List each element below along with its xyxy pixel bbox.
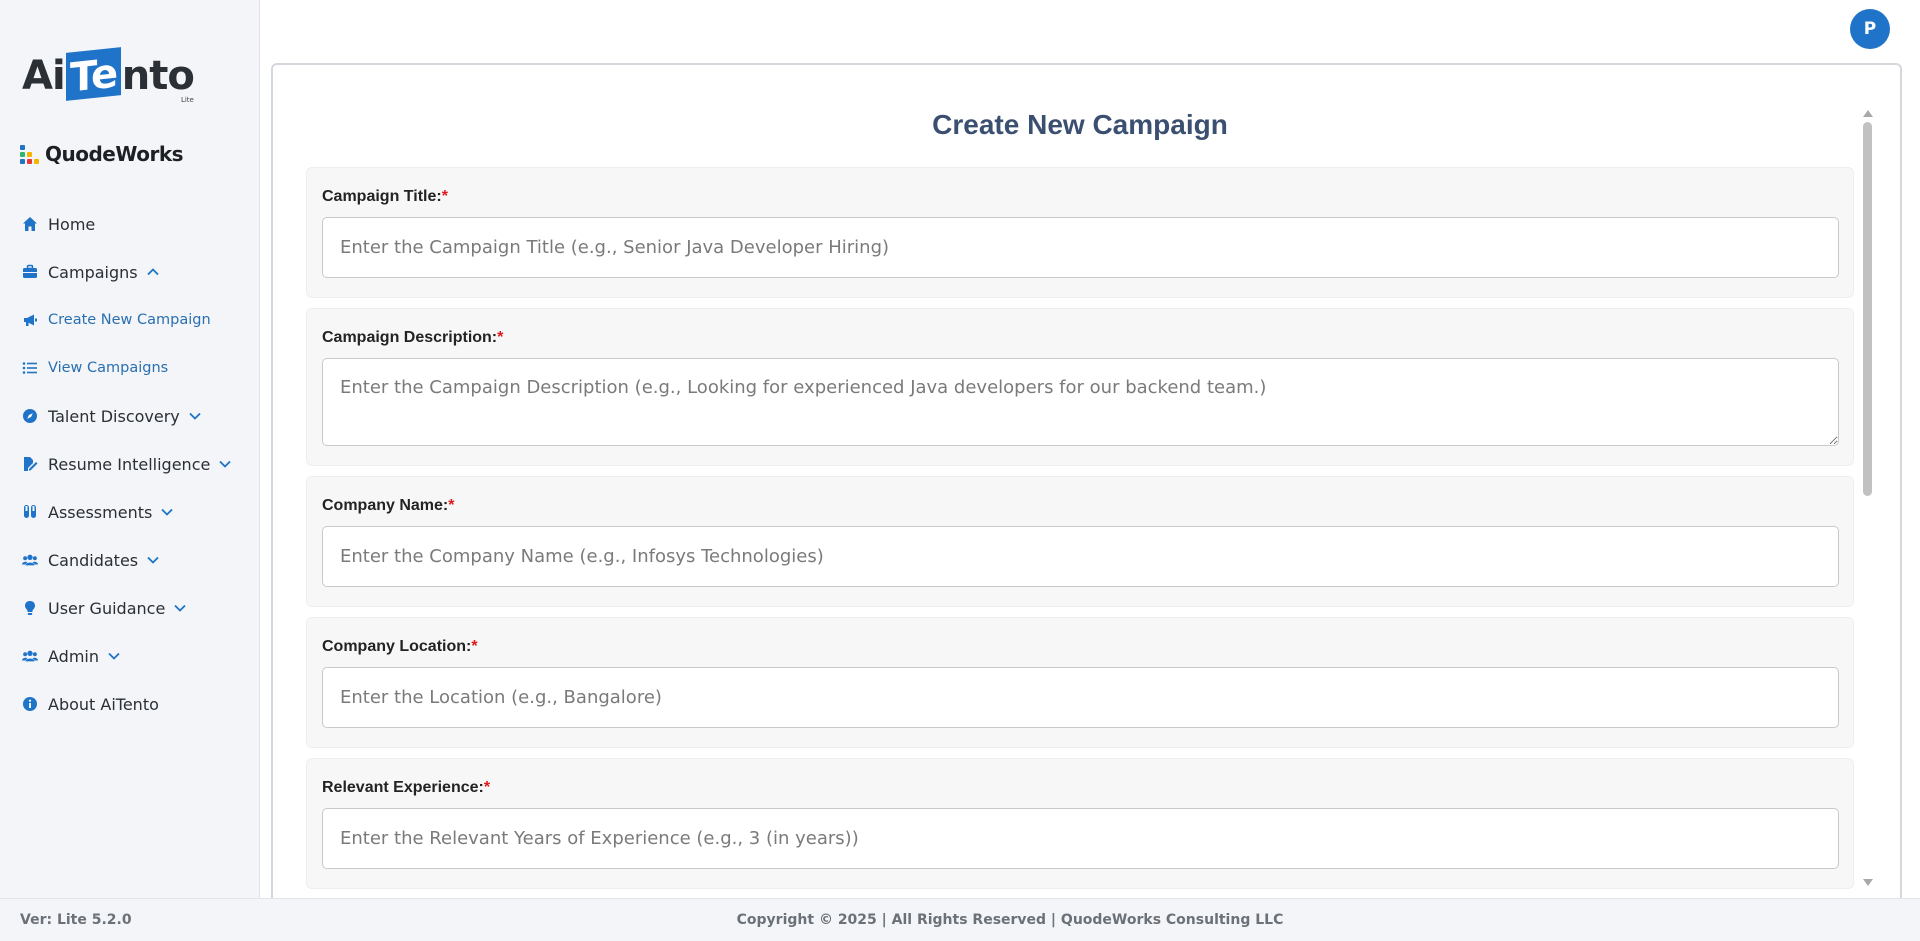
- chevron-up-icon: [146, 265, 160, 279]
- lightbulb-icon: [22, 600, 38, 616]
- aitento-logo[interactable]: Ai Te nto Lite: [22, 36, 195, 104]
- sidebar-item-create-new-campaign[interactable]: Create New Campaign: [0, 296, 260, 344]
- chevron-down-icon: [146, 553, 160, 567]
- campaign-description-textarea[interactable]: [322, 358, 1839, 446]
- sidebar-item-campaigns[interactable]: Campaigns: [0, 248, 260, 296]
- copyright-text: Copyright © 2025 | All Rights Reserved |…: [736, 912, 1284, 928]
- logo-wordmark: Ai Te nto: [22, 47, 195, 101]
- sidebar-item-label: Create New Campaign: [48, 312, 211, 328]
- chevron-down-icon: [218, 457, 232, 471]
- chevron-down-icon: [107, 649, 121, 663]
- sidebar-item-label: Admin: [48, 646, 99, 666]
- relevant-experience-input[interactable]: [322, 808, 1839, 869]
- campaign-title-label: Campaign Title:*: [322, 188, 448, 205]
- sidebar-item-admin[interactable]: Admin: [0, 632, 260, 680]
- brand-name: QuodeWorks: [45, 142, 184, 166]
- scroll-down-arrow-icon[interactable]: [1863, 879, 1873, 886]
- sidebar-item-resume-intelligence[interactable]: Resume Intelligence: [0, 440, 260, 488]
- sidebar: AiTento Lite QuodeWorks Home Campaigns: [0, 0, 260, 898]
- compass-icon: [22, 408, 38, 424]
- sidebar-nav: Home Campaigns Create New Campaign View …: [0, 200, 260, 728]
- campaign-title-section: Campaign Title:*: [306, 167, 1854, 298]
- sidebar-item-home[interactable]: Home: [0, 200, 260, 248]
- sidebar-item-about-aitento[interactable]: About AiTento: [0, 680, 260, 728]
- chevron-down-icon: [173, 601, 187, 615]
- campaign-description-label: Campaign Description:*: [322, 329, 504, 346]
- quodeworks-logo-icon: [20, 144, 39, 164]
- form-scrollbar[interactable]: [1860, 108, 1874, 888]
- relevant-experience-label: Relevant Experience:*: [322, 779, 491, 796]
- sidebar-item-assessments[interactable]: Assessments: [0, 488, 260, 536]
- sidebar-item-label: About AiTento: [48, 694, 159, 714]
- sidebar-item-label: Resume Intelligence: [48, 454, 211, 474]
- sidebar-item-label: Assessments: [48, 502, 153, 522]
- company-name-input[interactable]: [322, 526, 1839, 587]
- scroll-up-arrow-icon[interactable]: [1863, 110, 1873, 117]
- sidebar-item-label: View Campaigns: [48, 360, 169, 376]
- create-campaign-card: Create New Campaign Campaign Title:* Cam…: [271, 63, 1902, 923]
- sidebar-item-talent-discovery[interactable]: Talent Discovery: [0, 392, 260, 440]
- briefcase-icon: [22, 264, 38, 280]
- chevron-down-icon: [160, 505, 174, 519]
- list-icon: [22, 360, 38, 376]
- sidebar-item-label: Home: [48, 214, 96, 234]
- file-signature-icon: [22, 456, 38, 472]
- sidebar-item-label: User Guidance: [48, 598, 166, 618]
- company-name-section: Company Name:*: [306, 476, 1854, 607]
- footer: Ver: Lite 5.2.0 Copyright © 2025 | All R…: [0, 898, 1920, 941]
- company-location-label: Company Location:*: [322, 638, 478, 655]
- vials-icon: [22, 504, 38, 520]
- logo-tag: Lite: [180, 96, 194, 104]
- users-cog-icon: [22, 648, 38, 664]
- quodeworks-brand: QuodeWorks: [20, 142, 184, 166]
- info-icon: [22, 696, 38, 712]
- company-location-input[interactable]: [322, 667, 1839, 728]
- user-avatar[interactable]: P: [1850, 9, 1890, 49]
- sidebar-item-label: Campaigns: [48, 262, 138, 282]
- relevant-experience-section: Relevant Experience:*: [306, 758, 1854, 889]
- users-icon: [22, 552, 38, 568]
- megaphone-icon: [22, 312, 38, 328]
- sidebar-item-view-campaigns[interactable]: View Campaigns: [0, 344, 260, 392]
- company-name-label: Company Name:*: [322, 497, 455, 514]
- sidebar-item-label: Candidates: [48, 550, 139, 570]
- campaign-description-section: Campaign Description:*: [306, 308, 1854, 466]
- chevron-down-icon: [188, 409, 202, 423]
- page-title: Create New Campaign: [932, 109, 1228, 140]
- home-icon: [22, 216, 38, 232]
- sidebar-item-user-guidance[interactable]: User Guidance: [0, 584, 260, 632]
- campaign-title-input[interactable]: [322, 217, 1839, 278]
- scroll-thumb[interactable]: [1863, 122, 1872, 496]
- sidebar-item-label: Talent Discovery: [48, 406, 180, 426]
- sidebar-item-candidates[interactable]: Candidates: [0, 536, 260, 584]
- company-location-section: Company Location:*: [306, 617, 1854, 748]
